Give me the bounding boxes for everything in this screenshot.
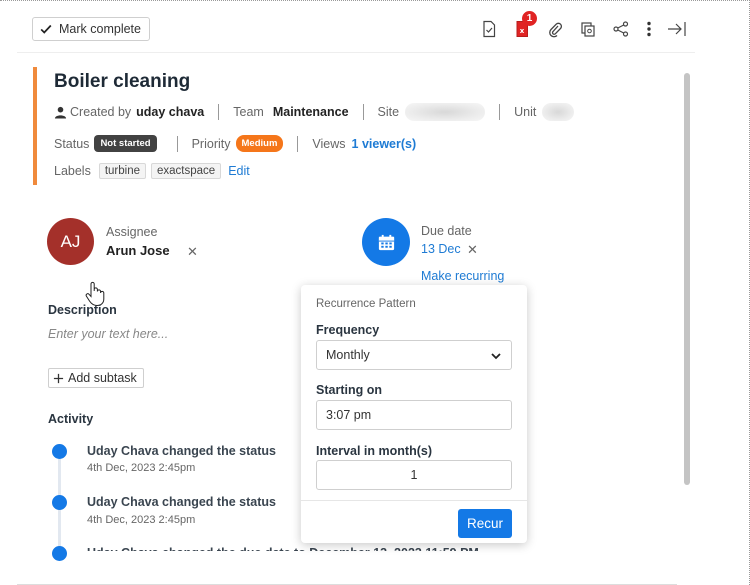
assignee-label: Assignee: [106, 225, 158, 239]
label-chip[interactable]: exactspace: [151, 163, 222, 179]
timeline-dot: [52, 444, 67, 459]
activity-item-text-partial: Uday Chava changed the due date to Decem…: [87, 546, 479, 560]
divider: [297, 135, 299, 152]
divider: [218, 104, 220, 120]
activity-item-text: Uday Chava changed the status: [87, 495, 276, 509]
divider: [362, 104, 364, 120]
site-value-redacted: [405, 103, 486, 121]
plus-icon: [53, 373, 64, 383]
toolbar-icons: x 1: [477, 11, 698, 43]
activity-item-time: 4th Dec, 2023 2:45pm: [87, 462, 196, 474]
priority-badge[interactable]: Medium: [235, 135, 284, 152]
make-recurring-link[interactable]: Make recurring: [421, 269, 504, 283]
views-link[interactable]: 1 viewer(s): [352, 137, 417, 151]
due-date-label: Due date: [421, 224, 472, 238]
task-detail-panel: Mark complete x 1 Boiler cleaning Create…: [17, 1, 695, 585]
description-input[interactable]: [48, 327, 288, 341]
unit-label: Unit: [514, 105, 537, 119]
add-subtask-button[interactable]: Add subtask: [48, 368, 144, 388]
timeline-dot: [52, 546, 67, 561]
popup-divider: [301, 500, 527, 501]
assignee-avatar: AJ: [47, 218, 94, 265]
starting-on-input[interactable]: 3:07 pm: [316, 400, 512, 430]
due-date-value[interactable]: 13 Dec: [421, 242, 461, 256]
edit-labels-link[interactable]: Edit: [228, 164, 250, 178]
mark-complete-label: Mark complete: [59, 22, 141, 36]
frequency-select[interactable]: Monthly: [316, 340, 512, 370]
vertical-scrollbar[interactable]: [684, 73, 690, 485]
status-badge[interactable]: Not started: [94, 135, 157, 152]
site-label: Site: [377, 105, 400, 119]
priority-label: Priority: [191, 136, 231, 151]
toolbar: Mark complete x 1: [17, 1, 695, 53]
starting-on-label: Starting on: [316, 383, 382, 397]
user-icon: [54, 106, 67, 119]
timeline-dot: [52, 495, 67, 510]
starting-on-value: 3:07 pm: [326, 408, 372, 422]
created-by-label: Created by: [70, 105, 132, 119]
description-title: Description: [48, 303, 117, 317]
recurrence-title: Recurrence Pattern: [316, 298, 416, 310]
more-vertical-icon[interactable]: [642, 17, 656, 41]
share-icon[interactable]: [609, 17, 633, 41]
team-value: Maintenance: [272, 105, 349, 119]
created-by-name: uday chava: [136, 105, 205, 119]
svg-text:x: x: [520, 27, 525, 35]
task-meta-row: Created by uday chava Team Maintenance S…: [54, 103, 575, 121]
recur-button[interactable]: Recur: [458, 509, 512, 538]
activity-item-time: 4th Dec, 2023 2:45pm: [87, 514, 196, 526]
frequency-label: Frequency: [316, 323, 380, 337]
add-subtask-label: Add subtask: [68, 371, 137, 385]
status-label: Status: [54, 136, 90, 151]
calendar-icon: [362, 218, 410, 266]
chevron-down-icon: [491, 353, 501, 360]
activity-title: Activity: [48, 412, 94, 426]
interval-label: Interval in month(s): [316, 444, 432, 458]
remove-assignee-icon[interactable]: ✕: [187, 244, 198, 260]
remove-due-date-icon[interactable]: ✕: [467, 242, 478, 258]
label-chip[interactable]: turbine: [98, 163, 147, 179]
recurrence-popup: Recurrence Pattern Frequency Monthly Sta…: [301, 285, 527, 543]
pdf-alert-icon[interactable]: x 1: [510, 11, 537, 41]
task-title: Boiler cleaning: [54, 71, 191, 92]
divider: [499, 104, 501, 120]
frequency-value: Monthly: [326, 348, 370, 362]
assignee-name[interactable]: Arun Jose: [106, 243, 170, 258]
task-accent-bar: [33, 67, 37, 185]
document-check-icon[interactable]: [477, 17, 501, 41]
divider: [176, 135, 178, 152]
copy-icon[interactable]: [576, 17, 600, 41]
mark-complete-button[interactable]: Mark complete: [32, 17, 150, 41]
interval-value: 1: [410, 468, 418, 482]
attachment-count-badge: 1: [522, 11, 537, 26]
team-label: Team: [233, 105, 264, 119]
paperclip-icon[interactable]: [543, 17, 567, 41]
unit-value-redacted: [542, 103, 575, 121]
close-panel-icon[interactable]: [665, 17, 689, 41]
interval-input[interactable]: 1: [316, 460, 512, 490]
task-labels-row: Labels turbine exactspace Edit: [54, 163, 250, 179]
task-status-row: Status Not started Priority Medium Views…: [54, 135, 416, 152]
activity-item-text: Uday Chava changed the status: [87, 444, 276, 458]
checkmark-icon: [40, 24, 52, 34]
views-label: Views: [312, 136, 346, 151]
labels-label: Labels: [54, 164, 91, 178]
